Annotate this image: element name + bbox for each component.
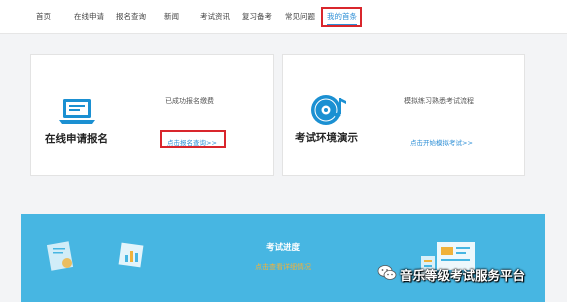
card-title: 考试环境演示: [295, 132, 358, 144]
page-band: [0, 34, 567, 48]
nav-item-online-apply[interactable]: 在线申请: [74, 11, 104, 22]
nav-item-home[interactable]: 首页: [36, 11, 51, 22]
top-navigation-bar: 首页 在线申请 报名查询 新闻 考试资讯 复习备考 常见问题 我的首条: [0, 0, 567, 34]
watermark-text: 音乐等级考试服务平台: [400, 268, 526, 283]
mock-exam-link[interactable]: 点击开始模拟考试>>: [410, 137, 473, 147]
card-title: 在线申请报名: [45, 133, 108, 145]
exam-progress-panel: 考试进度 点击查看详细情况: [21, 214, 545, 302]
card-online-registration: 在线申请报名 已成功报名缴费 点击报名查询>>: [30, 54, 274, 176]
highlight-frame-nav: [321, 7, 362, 27]
card-exam-environment: 考试环境演示 模拟练习熟悉考试流程 点击开始模拟考试>>: [282, 54, 525, 176]
wechat-icon: [377, 264, 397, 282]
card-description: 已成功报名缴费: [165, 97, 214, 105]
nav-item-exam-info[interactable]: 考试资讯: [200, 11, 230, 22]
nav-item-news[interactable]: 新闻: [164, 11, 179, 22]
card-description: 模拟练习熟悉考试流程: [404, 97, 474, 105]
nav-item-review-prep[interactable]: 复习备考: [242, 11, 272, 22]
music-disc-icon: [309, 92, 349, 128]
nav-item-registration-query[interactable]: 报名查询: [116, 11, 146, 22]
platform-watermark: 音乐等级考试服务平台: [373, 262, 553, 284]
nav-item-faq[interactable]: 常见问题: [285, 11, 315, 22]
laptop-icon: [57, 97, 97, 127]
highlight-frame-link: [160, 130, 226, 148]
